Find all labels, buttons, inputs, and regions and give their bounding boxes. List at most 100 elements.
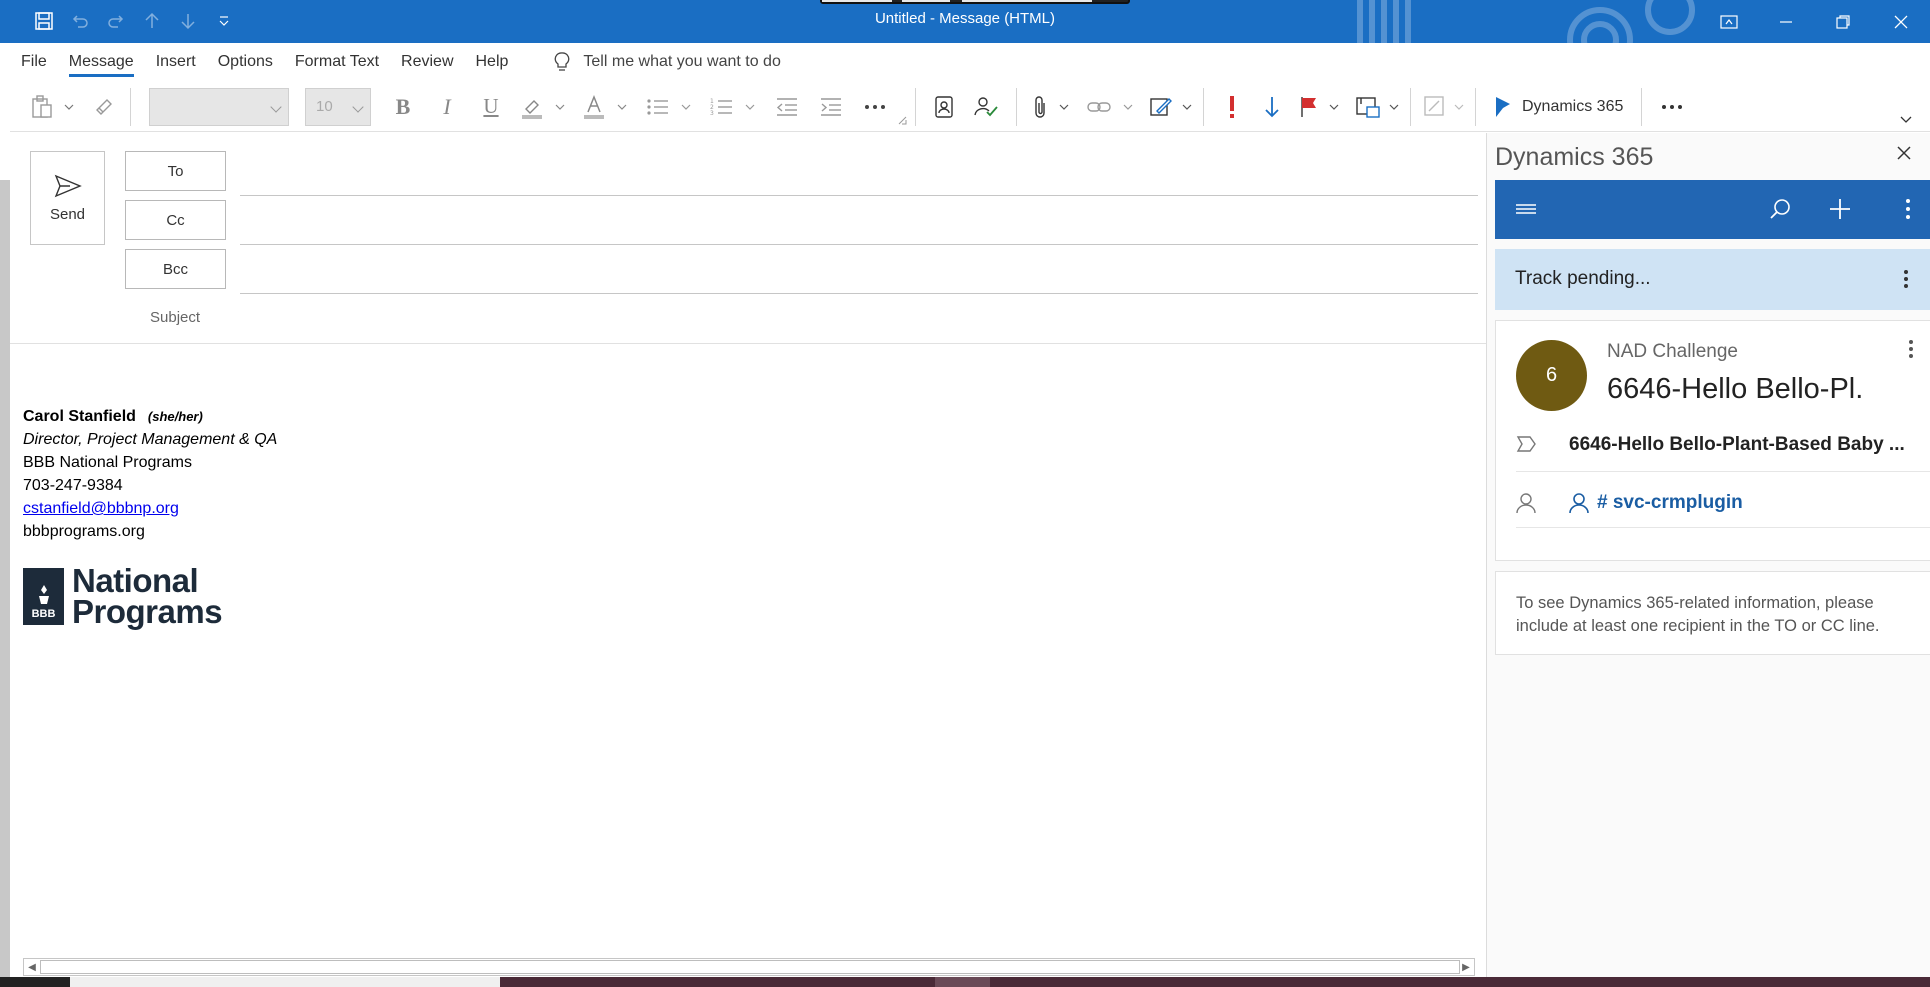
link-icon[interactable] [1079,89,1119,125]
record-avatar: 6 [1516,340,1587,411]
signature-phone: 703-247-9384 [23,477,123,494]
owner-link[interactable]: # svc-crmplugin [1569,492,1743,514]
signature-name-line: Carol Stanfield (she/her) [23,405,277,428]
tab-format-text[interactable]: Format Text [284,43,390,81]
signature-email-link[interactable]: cstanfield@bbbnp.org [23,500,179,517]
tab-message[interactable]: Message [58,43,145,81]
format-painter-icon[interactable] [86,89,122,125]
collapse-ribbon-icon[interactable] [1896,110,1916,130]
minimize-icon[interactable] [1757,0,1815,43]
close-pane-icon[interactable] [1896,145,1912,165]
more-formatting-icon[interactable] [853,89,897,125]
signature-dropdown-icon[interactable] [1179,89,1195,125]
more-commands-icon[interactable] [1650,89,1694,125]
send-label: Send [49,205,86,223]
bcc-button[interactable]: Bcc [125,249,226,289]
to-button[interactable]: To [125,151,226,191]
highlight-dropdown-icon[interactable] [551,89,569,125]
bullets-dropdown-icon[interactable] [677,89,695,125]
link-dropdown-icon[interactable] [1119,89,1137,125]
taskbar-strip [0,977,1930,987]
track-status-bar: Track pending... [1495,249,1930,310]
regarding-tag-icon [1516,434,1538,458]
restore-icon[interactable] [1814,0,1872,43]
email-signature: Carol Stanfield (she/her) Director, Proje… [23,405,277,543]
signature-name: Carol Stanfield [23,408,136,425]
numbering-dropdown-icon[interactable] [741,89,759,125]
tab-help[interactable]: Help [465,43,520,81]
dynamics-logo-icon [1496,96,1510,117]
ribbon-separator [915,87,916,126]
font-color-icon[interactable] [575,89,613,125]
window-left-edge [0,180,10,987]
card-divider [1516,471,1930,472]
templates-dropdown-icon[interactable] [1451,89,1467,125]
signature-icon[interactable] [1143,89,1179,125]
ribbon-tabs: File Message Insert Options Format Text … [10,43,1930,81]
font-family-select[interactable] [149,87,289,126]
attach-file-icon[interactable] [1025,89,1055,125]
add-icon[interactable] [1825,194,1855,224]
signature-pronouns: (she/her) [147,409,203,424]
dialog-launcher-icon[interactable] [897,89,907,125]
tab-file[interactable]: File [10,43,58,81]
bcc-field[interactable] [240,293,1478,294]
cc-field[interactable] [240,244,1478,245]
italic-icon[interactable]: I [425,89,469,125]
ribbon-display-options-icon[interactable] [1700,0,1758,43]
record-name[interactable]: 6646-Hello Bello-Pl. [1607,373,1863,406]
highlight-icon[interactable] [513,89,551,125]
ribbon-separator [130,87,131,126]
increase-indent-icon[interactable] [809,89,853,125]
paste-dropdown-icon[interactable] [60,89,78,125]
sensitivity-dropdown-icon[interactable] [1386,89,1402,125]
cc-button[interactable]: Cc [125,200,226,240]
regarding-record-card[interactable]: 6 NAD Challenge 6646-Hello Bello-Pl. 664… [1495,320,1930,561]
outlook-compose-window: Untitled - Message (HTML) File Message I… [0,0,1930,987]
more-options-icon[interactable] [1893,194,1923,224]
send-button[interactable]: Send [30,151,105,245]
regarding-record-title[interactable]: 6646-Hello Bello-Plant-Based Baby ... [1569,434,1929,456]
horizontal-scrollbar[interactable]: ◀ ▶ [23,958,1475,976]
paste-icon[interactable] [24,89,60,125]
low-importance-icon[interactable] [1252,89,1292,125]
sensitivity-icon[interactable] [1350,89,1386,125]
bold-icon[interactable]: B [381,89,425,125]
tab-review[interactable]: Review [390,43,464,81]
attach-dropdown-icon[interactable] [1055,89,1073,125]
owner-name: # svc-crmplugin [1597,492,1743,513]
hamburger-menu-icon[interactable] [1511,194,1541,224]
owner-user-icon [1569,493,1589,514]
decrease-indent-icon[interactable] [765,89,809,125]
check-names-icon[interactable] [964,89,1008,125]
address-book-icon[interactable] [924,89,964,125]
bbb-seal-icon: BBB [23,567,64,625]
underline-icon[interactable]: U [469,89,513,125]
tab-insert[interactable]: Insert [145,43,207,81]
font-size-select[interactable]: 10 [305,87,371,126]
search-icon[interactable] [1765,194,1795,224]
subject-field[interactable] [10,343,1486,344]
numbering-icon[interactable]: 123 [703,89,741,125]
templates-icon[interactable] [1419,89,1451,125]
dynamics-command-bar [1495,180,1930,239]
high-importance-icon[interactable] [1212,89,1252,125]
scroll-left-icon[interactable]: ◀ [24,959,40,975]
ribbon-separator [1475,87,1476,126]
scrollbar-thumb[interactable] [40,960,1460,974]
owner-person-icon [1516,492,1536,518]
card-more-icon[interactable] [1908,339,1914,363]
bullets-icon[interactable] [639,89,677,125]
track-more-icon[interactable] [1903,269,1909,293]
flag-dropdown-icon[interactable] [1326,89,1342,125]
dynamics-365-pane: Dynamics 365 Track pending... 6 NAD Chal… [1486,133,1930,977]
follow-up-flag-icon[interactable] [1292,89,1326,125]
to-field[interactable] [240,195,1478,196]
tab-options[interactable]: Options [207,43,284,81]
tell-me-label: Tell me what you want to do [583,53,781,70]
scroll-right-icon[interactable]: ▶ [1458,959,1474,975]
tell-me-search[interactable]: Tell me what you want to do [553,52,781,72]
font-color-dropdown-icon[interactable] [613,89,631,125]
close-window-icon[interactable] [1872,0,1930,43]
dynamics-365-button[interactable]: Dynamics 365 [1484,96,1633,118]
